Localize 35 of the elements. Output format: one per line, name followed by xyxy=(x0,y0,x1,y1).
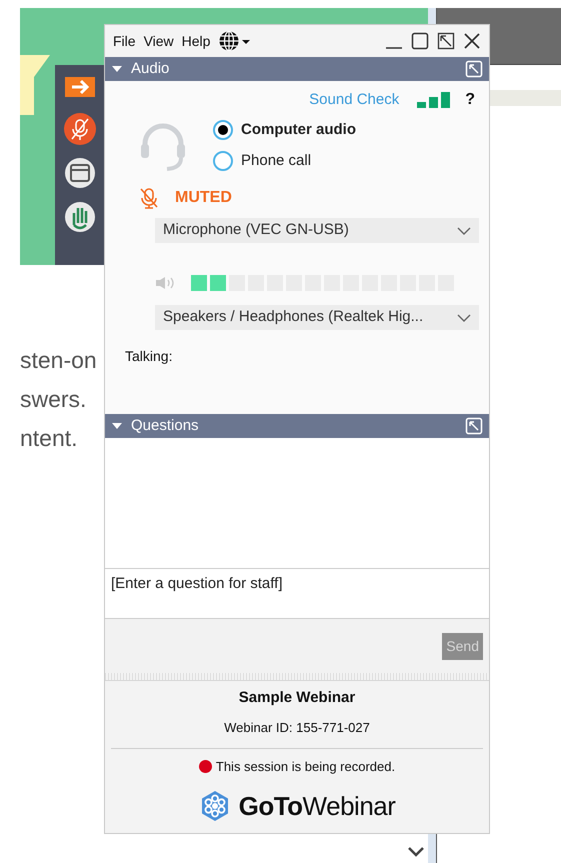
webinar-title: Sample Webinar xyxy=(238,688,356,708)
question-field[interactable]: [Enter a question for staff] xyxy=(105,568,489,619)
menu-item[interactable]: View xyxy=(144,30,174,52)
close-icon[interactable] xyxy=(463,32,481,50)
note-shape xyxy=(20,55,50,115)
help-link[interactable]: ? xyxy=(465,88,475,112)
radio-option[interactable]: Phone call xyxy=(213,150,356,172)
recording-notice: This session is being recorded. xyxy=(216,758,396,776)
menu-item[interactable]: File xyxy=(113,30,136,52)
mic-muted-icon[interactable] xyxy=(139,187,159,209)
radio-option[interactable]: Computer audio xyxy=(213,119,356,142)
record-dot xyxy=(198,760,212,774)
chevron-icon xyxy=(457,312,471,322)
talking-label: Talking: xyxy=(125,347,174,366)
dropdown[interactable]: Speakers / Headphones (Realtek Hig... xyxy=(155,305,479,330)
popout-icon[interactable] xyxy=(437,32,455,50)
menu-item[interactable]: Help xyxy=(182,30,210,52)
globe-icon[interactable] xyxy=(218,30,252,52)
radio-button[interactable] xyxy=(213,120,233,140)
body-text: ntent. xyxy=(20,427,78,450)
maximize-icon[interactable] xyxy=(411,32,429,50)
resize-grip[interactable] xyxy=(105,673,489,681)
signal-bars-icon xyxy=(417,92,452,108)
brand-name: GoToWebinar xyxy=(238,790,396,822)
body-text: sten-on xyxy=(20,349,97,372)
body-text: swers. xyxy=(20,388,86,411)
mute-status: MUTED xyxy=(175,188,232,208)
dropdown[interactable]: Microphone (VEC GN-USB) xyxy=(155,218,479,243)
section-header[interactable]: Audio xyxy=(105,57,489,81)
mic-off-icon[interactable] xyxy=(62,111,98,147)
toolbar-strip xyxy=(490,90,561,106)
radio-button[interactable] xyxy=(213,150,233,171)
chevron-icon xyxy=(457,226,471,236)
section-header[interactable]: Questions xyxy=(105,414,489,438)
webinar-id: Webinar ID: 155-771-027 xyxy=(224,718,370,736)
